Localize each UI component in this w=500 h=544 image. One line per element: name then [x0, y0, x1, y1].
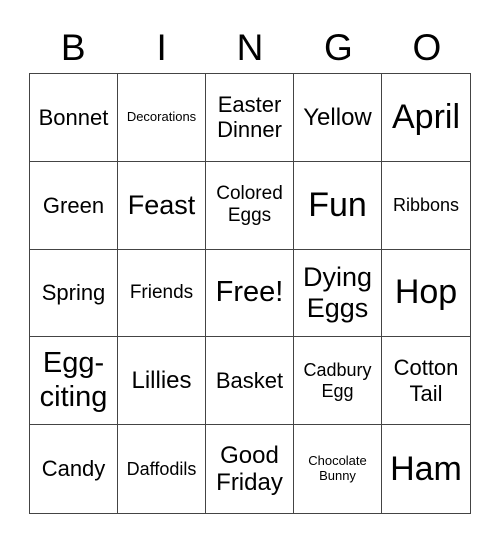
bingo-cell[interactable]: Cadbury Egg: [294, 337, 382, 426]
header-letter-o: O: [412, 27, 442, 68]
bingo-cell[interactable]: Good Friday: [206, 425, 294, 513]
bingo-cell[interactable]: Fun: [294, 161, 382, 250]
bingo-cell[interactable]: Candy: [30, 425, 118, 513]
bingo-cell[interactable]: Dying Eggs: [294, 249, 382, 338]
bingo-cell[interactable]: Egg-citing: [30, 337, 118, 426]
free-space-cell[interactable]: Free!: [206, 249, 294, 338]
bingo-cell[interactable]: Basket: [206, 337, 294, 426]
bingo-cell[interactable]: Green: [30, 161, 118, 250]
bingo-cell[interactable]: Chocolate Bunny: [294, 425, 382, 513]
bingo-cell[interactable]: Bonnet: [30, 74, 118, 162]
bingo-cell[interactable]: Friends: [118, 249, 206, 338]
bingo-cell[interactable]: Hop: [382, 250, 470, 338]
bingo-cell[interactable]: April: [382, 74, 470, 162]
bingo-cell[interactable]: Lillies: [118, 337, 206, 426]
header-letter-g: G: [324, 27, 353, 68]
header-letter-b: B: [60, 27, 86, 68]
bingo-cell[interactable]: Decorations: [118, 74, 206, 162]
bingo-cell[interactable]: Yellow: [294, 74, 382, 162]
bingo-header: B I N G O: [29, 24, 471, 72]
bingo-cell[interactable]: Spring: [30, 249, 118, 338]
bingo-cell[interactable]: Daffodils: [118, 425, 206, 513]
header-letter-i: I: [156, 27, 167, 68]
header-letter-n: N: [236, 27, 264, 68]
bingo-cell[interactable]: Easter Dinner: [206, 74, 294, 162]
bingo-cell[interactable]: Colored Eggs: [206, 161, 294, 250]
bingo-cell[interactable]: Feast: [118, 161, 206, 250]
bingo-cell[interactable]: Ham: [382, 425, 470, 513]
bingo-cell[interactable]: Cotton Tail: [382, 337, 470, 426]
bingo-cell[interactable]: Ribbons: [382, 162, 470, 250]
bingo-grid: Bonnet Decorations Easter Dinner Yellow …: [29, 73, 471, 514]
